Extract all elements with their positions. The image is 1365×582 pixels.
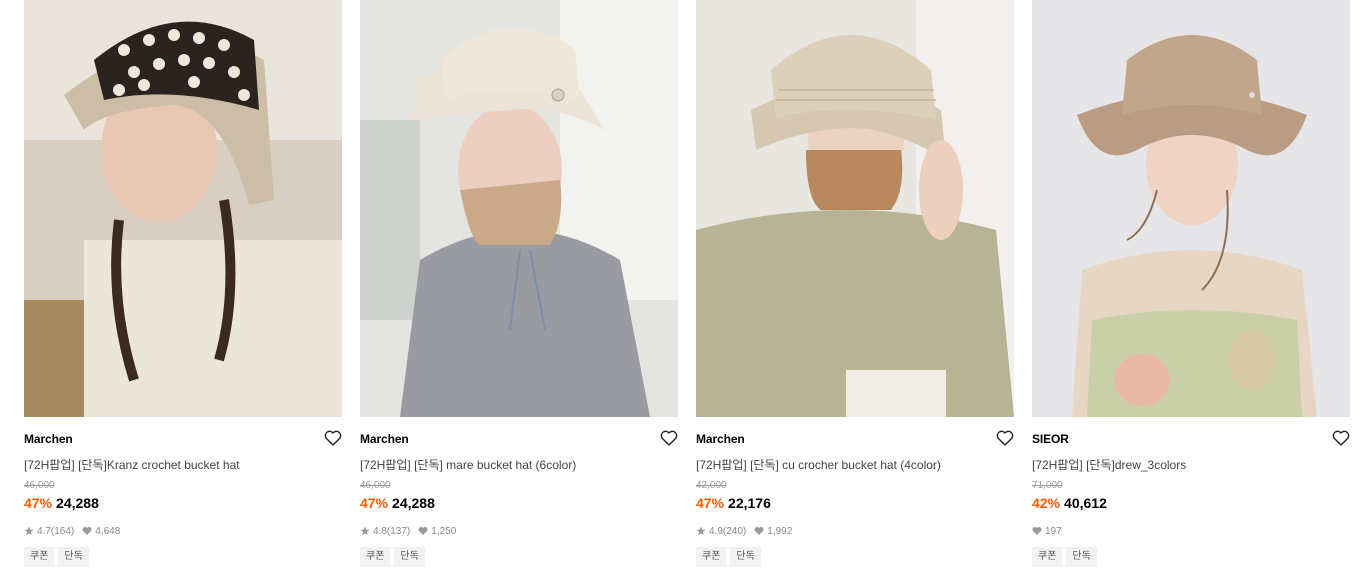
product-image[interactable] — [360, 0, 678, 417]
tag-exclusive: 단독 — [1066, 547, 1097, 567]
product-card[interactable]: Marchen [72H팝업] [단독]Kranz crochet bucket… — [24, 0, 342, 582]
discount-rate: 47% — [696, 495, 725, 511]
tag-coupon: 쿠폰 — [24, 547, 55, 567]
product-name[interactable]: [72H팝업] [단독] mare bucket hat (6color) — [360, 456, 576, 473]
rating-value: 4.8 — [373, 525, 387, 537]
like-count: 1,250 — [431, 525, 457, 537]
review-count: (137) — [386, 525, 411, 537]
rating: 4.9 (240) — [696, 526, 746, 537]
sale-price: 22,176 — [728, 495, 771, 511]
tag-list: 쿠폰 단독 — [696, 547, 765, 567]
star-icon — [696, 526, 706, 536]
product-stats: 197 — [1032, 524, 1070, 538]
brand-name[interactable]: Marchen — [360, 432, 409, 446]
brand-name[interactable]: Marchen — [696, 432, 745, 446]
discount-rate: 47% — [360, 495, 389, 511]
discount-rate: 47% — [24, 495, 53, 511]
brand-row: Marchen — [696, 430, 1014, 450]
tag-exclusive: 단독 — [58, 547, 89, 567]
product-stats: 4.7 (164) 4,648 — [24, 524, 128, 538]
heart-filled-icon — [1032, 526, 1042, 536]
product-card[interactable]: Marchen [72H팝업] [단독] mare bucket hat (6c… — [360, 0, 678, 582]
review-count: (164) — [50, 525, 75, 537]
brand-name[interactable]: Marchen — [24, 432, 73, 446]
original-price: 71,000 — [1032, 480, 1063, 491]
brand-row: Marchen — [360, 430, 678, 450]
rating-value: 4.7 — [37, 525, 51, 537]
sale-price: 24,288 — [56, 495, 99, 511]
product-name[interactable]: [72H팝업] [단독] cu crocher bucket hat (4col… — [696, 456, 941, 473]
heart-outline-icon[interactable] — [660, 430, 678, 446]
heart-filled-icon — [82, 526, 92, 536]
rating-value: 4.9 — [709, 525, 723, 537]
rating: 4.7 (164) — [24, 526, 74, 537]
heart-outline-icon[interactable] — [996, 430, 1014, 446]
price-row: 47% 22,176 — [696, 495, 771, 511]
heart-filled-icon — [418, 526, 428, 536]
discount-rate: 42% — [1032, 495, 1061, 511]
tag-list: 쿠폰 단독 — [1032, 547, 1101, 567]
tag-list: 쿠폰 단독 — [24, 547, 93, 567]
like-count: 4,648 — [95, 525, 121, 537]
product-stats: 4.8 (137) 1,250 — [360, 524, 464, 538]
heart-outline-icon[interactable] — [1332, 430, 1350, 446]
brand-name[interactable]: SIEOR — [1032, 432, 1069, 446]
brand-row: Marchen — [24, 430, 342, 450]
price-row: 42% 40,612 — [1032, 495, 1107, 511]
likes: 1,250 — [418, 526, 456, 537]
product-image[interactable] — [1032, 0, 1350, 417]
review-count: (240) — [722, 525, 747, 537]
product-stats: 4.9 (240) 1,992 — [696, 524, 800, 538]
product-image[interactable] — [696, 0, 1014, 417]
tag-coupon: 쿠폰 — [696, 547, 727, 567]
price-row: 47% 24,288 — [360, 495, 435, 511]
original-price: 42,000 — [696, 480, 727, 491]
like-count: 1,992 — [767, 525, 793, 537]
heart-filled-icon — [754, 526, 764, 536]
sale-price: 24,288 — [392, 495, 435, 511]
sale-price: 40,612 — [1064, 495, 1107, 511]
product-grid: Marchen [72H팝업] [단독]Kranz crochet bucket… — [24, 0, 1350, 582]
product-name[interactable]: [72H팝업] [단독]drew_3colors — [1032, 456, 1186, 473]
likes: 1,992 — [754, 526, 792, 537]
tag-list: 쿠폰 단독 — [360, 547, 429, 567]
product-name[interactable]: [72H팝업] [단독]Kranz crochet bucket hat — [24, 456, 240, 473]
price-row: 47% 24,288 — [24, 495, 99, 511]
star-icon — [24, 526, 34, 536]
product-card[interactable]: Marchen [72H팝업] [단독] cu crocher bucket h… — [696, 0, 1014, 582]
tag-coupon: 쿠폰 — [360, 547, 391, 567]
star-icon — [360, 526, 370, 536]
heart-outline-icon[interactable] — [324, 430, 342, 446]
tag-exclusive: 단독 — [730, 547, 761, 567]
brand-row: SIEOR — [1032, 430, 1350, 450]
product-card[interactable]: SIEOR [72H팝업] [단독]drew_3colors 71,000 42… — [1032, 0, 1350, 582]
rating: 4.8 (137) — [360, 526, 410, 537]
tag-coupon: 쿠폰 — [1032, 547, 1063, 567]
likes: 4,648 — [82, 526, 120, 537]
product-image[interactable] — [24, 0, 342, 417]
product-photo — [24, 0, 342, 417]
product-photo — [1032, 0, 1350, 417]
product-photo — [696, 0, 1014, 417]
tag-exclusive: 단독 — [394, 547, 425, 567]
likes: 197 — [1032, 526, 1062, 537]
original-price: 46,000 — [360, 480, 391, 491]
original-price: 46,000 — [24, 480, 55, 491]
like-count: 197 — [1045, 525, 1062, 537]
product-photo — [360, 0, 678, 417]
